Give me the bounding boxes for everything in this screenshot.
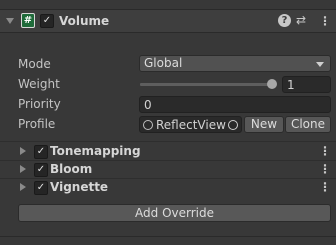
preset-icon[interactable]: ⇄	[296, 13, 306, 27]
profile-value: ReflectView	[156, 118, 226, 132]
override-checkbox[interactable]: ✓	[34, 181, 48, 195]
weight-input[interactable]: 1	[282, 76, 331, 93]
override-row-bloom[interactable]: ✓ Bloom ⋮	[0, 160, 336, 178]
add-override-button[interactable]: Add Override	[18, 204, 331, 222]
asset-icon	[143, 120, 153, 130]
kebab-menu-icon[interactable]: ⋮	[319, 163, 331, 175]
foldout-arrow-icon[interactable]	[20, 165, 26, 173]
script-icon: #	[21, 13, 35, 28]
kebab-menu-icon[interactable]: ⋮	[319, 15, 331, 27]
chevron-down-icon	[316, 62, 324, 67]
override-checkbox[interactable]: ✓	[34, 163, 48, 177]
profile-object-field[interactable]: ReflectView	[139, 116, 242, 133]
override-row-vignette[interactable]: ✓ Vignette ⋮	[0, 178, 336, 196]
kebab-menu-icon[interactable]: ⋮	[319, 145, 331, 157]
priority-label: Priority	[18, 97, 61, 111]
profile-label: Profile	[18, 117, 56, 131]
weight-slider-handle[interactable]	[267, 79, 277, 89]
weight-slider-track	[140, 83, 270, 86]
object-picker-icon[interactable]	[228, 120, 238, 130]
mode-label: Mode	[18, 57, 51, 71]
override-label: Bloom	[50, 162, 93, 176]
override-checkbox[interactable]: ✓	[34, 145, 48, 159]
foldout-arrow-icon[interactable]	[20, 147, 26, 155]
foldout-arrow-icon[interactable]	[6, 18, 14, 24]
bottom-separator	[0, 236, 336, 237]
foldout-arrow-icon[interactable]	[20, 183, 26, 191]
priority-input[interactable]: 0	[139, 96, 331, 113]
component-title: Volume	[59, 14, 110, 28]
mode-value: Global	[144, 56, 183, 70]
clone-button[interactable]: Clone	[285, 116, 331, 133]
override-label: Tonemapping	[50, 144, 141, 158]
help-icon[interactable]: ?	[278, 14, 291, 27]
new-button[interactable]: New	[244, 116, 284, 133]
mode-dropdown[interactable]: Global	[139, 55, 331, 72]
component-header[interactable]: # ✓ Volume ? ⇄ ⋮	[0, 9, 336, 33]
weight-label: Weight	[18, 77, 60, 91]
override-row-tonemapping[interactable]: ✓ Tonemapping ⋮	[0, 142, 336, 160]
weight-slider[interactable]	[140, 75, 277, 93]
kebab-menu-icon[interactable]: ⋮	[319, 181, 331, 193]
override-label: Vignette	[50, 180, 109, 194]
enabled-checkbox[interactable]: ✓	[40, 14, 54, 28]
